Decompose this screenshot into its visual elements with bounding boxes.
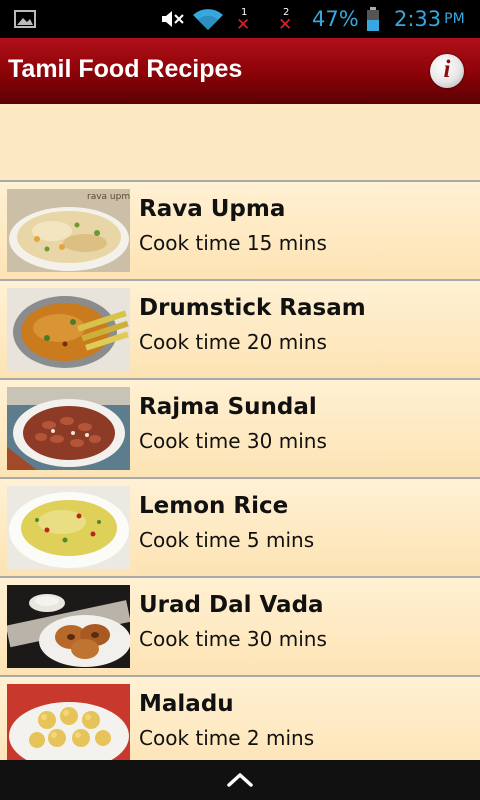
recipe-name: Lemon Rice: [139, 493, 289, 519]
rajma-sundal-photo: [7, 387, 130, 470]
recipe-item-rava-upma[interactable]: rava upma Rava Upma Cook time 15 mins: [0, 180, 480, 279]
recipe-cook-time: Cook time 20 mins: [139, 330, 327, 354]
lemon-rice-photo: [7, 486, 130, 569]
recipe-name: Rajma Sundal: [139, 394, 317, 420]
recipe-name: Rava Upma: [139, 196, 286, 222]
recipe-name: Maladu: [139, 691, 234, 717]
sim2-no-signal-icon: 2 ✕: [278, 7, 293, 35]
mute-icon: [160, 0, 186, 38]
battery-icon: [366, 0, 380, 38]
clock-time: 2:33: [394, 7, 442, 31]
recipe-cook-time: Cook time 30 mins: [139, 429, 327, 453]
recipe-name: Urad Dal Vada: [139, 592, 324, 618]
banner-area: [0, 104, 480, 180]
maladu-photo: [7, 684, 130, 767]
recipe-name: Drumstick Rasam: [139, 295, 366, 321]
recipe-item-lemon-rice[interactable]: Lemon Rice Cook time 5 mins: [0, 477, 480, 576]
recipe-cook-time: Cook time 30 mins: [139, 627, 327, 651]
recipe-cook-time: Cook time 5 mins: [139, 528, 315, 552]
clock: 2:33 PM: [394, 0, 465, 38]
recipe-cook-time: Cook time 2 mins: [139, 726, 315, 750]
action-bar: Tamil Food Recipes i: [0, 38, 480, 104]
recipe-cook-time: Cook time 15 mins: [139, 231, 327, 255]
info-icon: i: [443, 56, 451, 83]
recipe-item-urad-dal-vada[interactable]: Urad Dal Vada Cook time 30 mins: [0, 576, 480, 675]
picture-notification-icon: [14, 0, 36, 38]
sim1-no-signal-icon: 1 ✕: [236, 7, 251, 35]
urad-dal-vada-photo: [7, 585, 130, 668]
status-bar: 1 ✕ 2 ✕ 47% 2:33 PM: [0, 0, 480, 38]
info-button[interactable]: i: [430, 54, 464, 88]
battery-percent: 47%: [312, 7, 359, 31]
drumstick-rasam-photo: [7, 288, 130, 371]
rava-upma-photo-caption: rava upma: [87, 192, 130, 202]
rava-upma-photo: rava upma: [7, 189, 130, 272]
bottom-navigation-bar: [0, 760, 480, 800]
wifi-icon: [192, 0, 224, 38]
recipe-item-rajma-sundal[interactable]: Rajma Sundal Cook time 30 mins: [0, 378, 480, 477]
recipe-list: rava upma Rava Upma Cook time 15 mins Dr…: [0, 180, 480, 774]
chevron-up-icon[interactable]: [226, 770, 254, 792]
app-title: Tamil Food Recipes: [8, 55, 243, 83]
recipe-item-drumstick-rasam[interactable]: Drumstick Rasam Cook time 20 mins: [0, 279, 480, 378]
clock-ampm: PM: [444, 11, 465, 27]
